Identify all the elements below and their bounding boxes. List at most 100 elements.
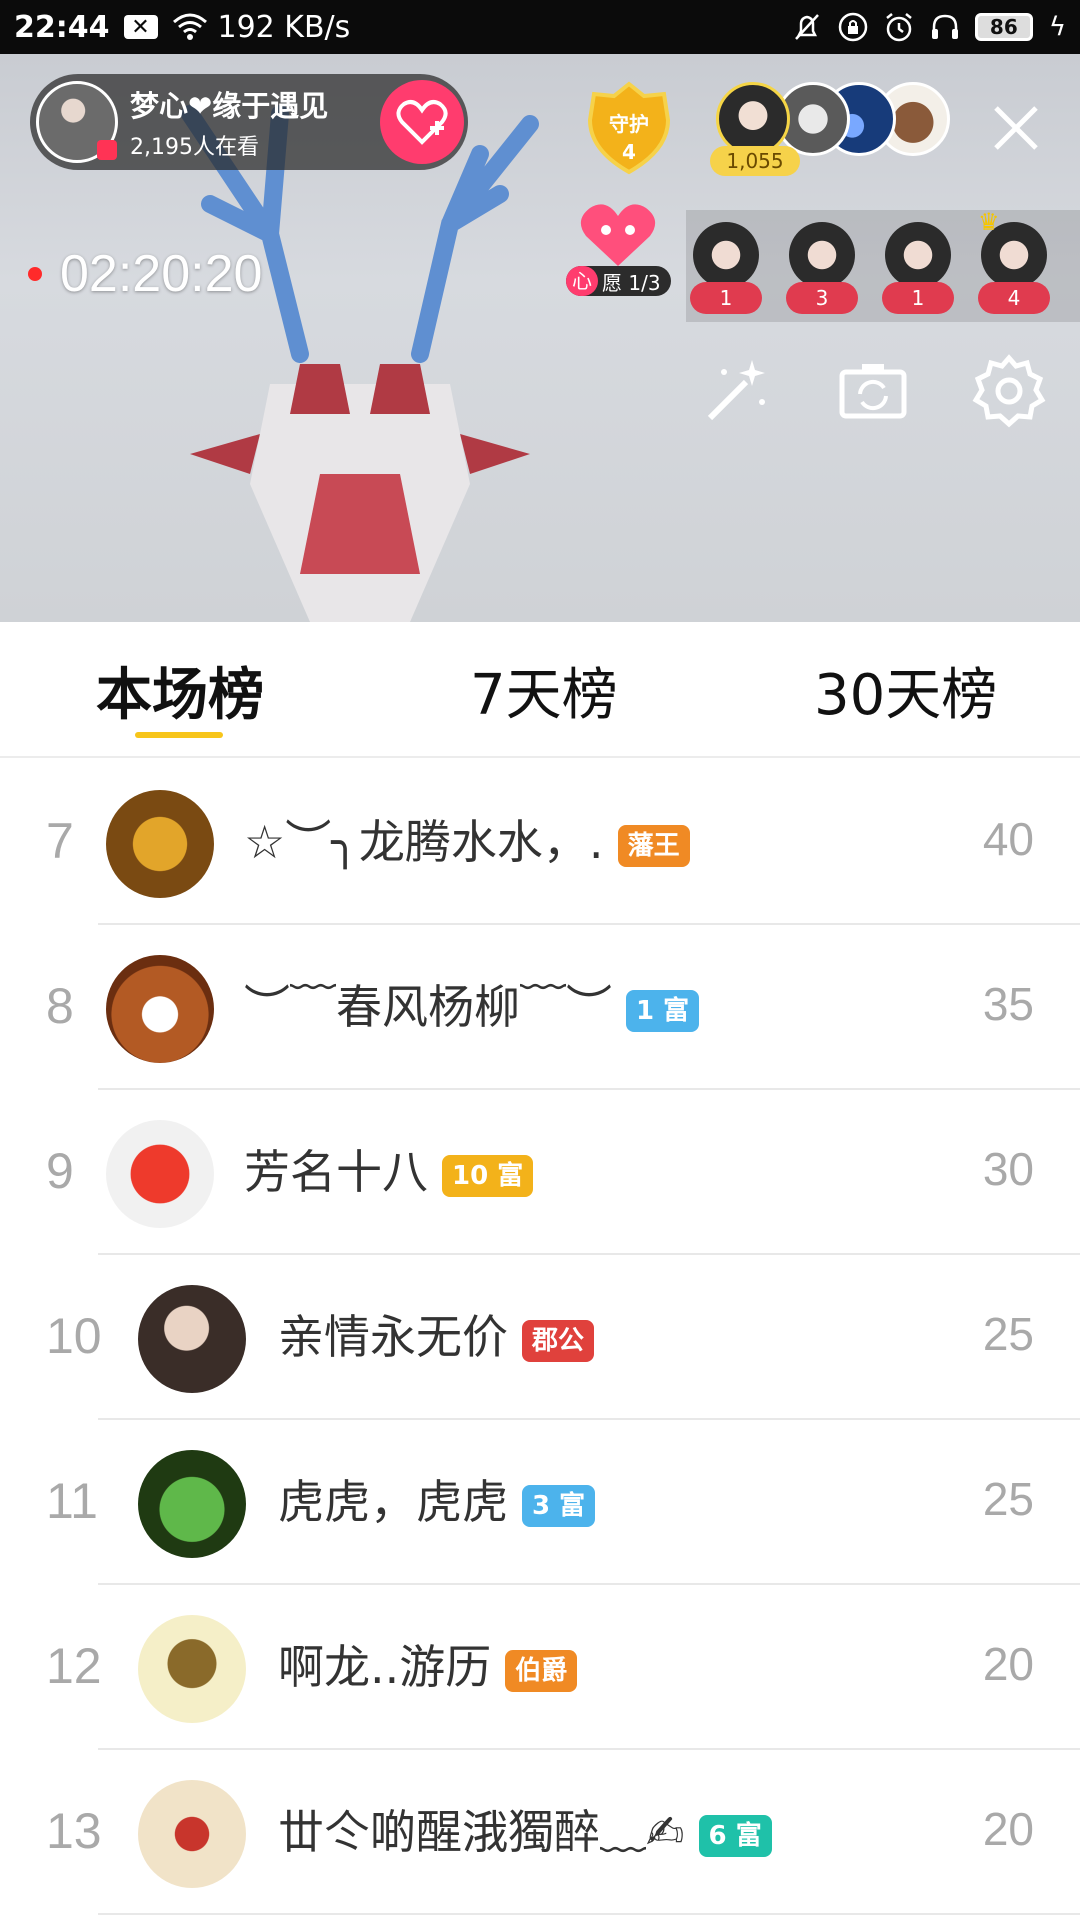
guard-count: 4 bbox=[622, 140, 636, 164]
rank-badge: 伯爵 bbox=[505, 1649, 578, 1692]
settings-gear-icon[interactable] bbox=[972, 354, 1046, 428]
score: 20 bbox=[982, 1638, 1034, 1690]
live-timer-text: 02:20:20 bbox=[60, 245, 263, 303]
list-item[interactable]: 13 丗仒啲醒涐獨醉﹏✍ 6 富 20 bbox=[0, 1750, 1080, 1915]
gift-user[interactable]: 1 bbox=[882, 222, 954, 316]
user-name-text: 虎虎，虎虎 bbox=[278, 1475, 508, 1529]
user-name-text: ☆︶╮龙腾水水，. bbox=[244, 815, 604, 869]
heart-plus-icon bbox=[396, 100, 448, 145]
beauty-wand-icon[interactable] bbox=[700, 354, 774, 428]
viewer-avatar[interactable] bbox=[716, 82, 790, 156]
wish-heart-icon bbox=[580, 204, 656, 266]
tab-this-session[interactable]: 本场榜 bbox=[96, 650, 264, 731]
user-name-text: ︶﹋春风杨柳﹋︶ bbox=[244, 980, 612, 1034]
live-tag bbox=[97, 140, 117, 160]
rank-badge: 藩王 bbox=[617, 824, 690, 867]
wish-progress: 心 愿 1/3 bbox=[566, 266, 671, 296]
user-name-text: 芳名十八 bbox=[244, 1145, 428, 1199]
user-name[interactable]: 芳名十八 10 富 bbox=[244, 1136, 534, 1202]
rank-number: 9 bbox=[46, 1143, 74, 1199]
tab-7-days[interactable]: 7天榜 bbox=[470, 650, 618, 731]
rank-badge: 10 富 bbox=[442, 1154, 534, 1197]
alarm-icon bbox=[886, 13, 912, 42]
wish-label-b: 愿 1/3 bbox=[602, 270, 661, 295]
user-name[interactable]: 亲情永无价 郡公 bbox=[278, 1301, 595, 1367]
follow-button[interactable] bbox=[380, 80, 464, 164]
gift-user-avatar bbox=[789, 222, 855, 288]
score: 35 bbox=[982, 978, 1034, 1030]
user-name[interactable]: 虎虎，虎虎 3 富 bbox=[278, 1466, 596, 1532]
user-name-text: 亲情永无价 bbox=[278, 1310, 508, 1364]
guard-label: 守护 bbox=[609, 112, 649, 136]
viewer-count: 2,195人在看 bbox=[130, 135, 259, 160]
rank-number: 12 bbox=[46, 1638, 102, 1694]
wifi-icon bbox=[172, 13, 207, 40]
network-speed: 192 KB/s bbox=[217, 9, 351, 45]
gift-user-avatar bbox=[693, 222, 759, 288]
user-name[interactable]: ☆︶╮龙腾水水，. 藩王 bbox=[244, 806, 690, 872]
charging-icon: ϟ bbox=[1048, 12, 1066, 42]
gift-ranking-strip[interactable]: 1 3 1 ♛ 4 bbox=[686, 208, 1080, 322]
gift-count: 3 bbox=[786, 282, 858, 314]
rank-number: 7 bbox=[46, 813, 74, 869]
list-item[interactable]: 9 芳名十八 10 富 30 bbox=[0, 1090, 1080, 1255]
score: 20 bbox=[982, 1803, 1034, 1855]
wish-widget[interactable]: 心 愿 1/3 bbox=[566, 200, 672, 310]
top-viewers[interactable]: 1,055 bbox=[710, 82, 956, 178]
battery-level: 86 bbox=[989, 15, 1018, 39]
rank-number: 8 bbox=[46, 978, 74, 1034]
gift-user[interactable]: 1 bbox=[690, 222, 762, 316]
user-avatar[interactable] bbox=[106, 790, 214, 898]
headphones-icon bbox=[931, 14, 958, 39]
rank-badge: 6 富 bbox=[698, 1814, 772, 1857]
notification-icon: ✕ bbox=[123, 15, 158, 40]
status-bar: 22:44 ✕ 192 KB/s 86 ϟ bbox=[0, 0, 1080, 54]
list-item[interactable]: 7 ☆︶╮龙腾水水，. 藩王 40 bbox=[0, 760, 1080, 925]
switch-camera-icon[interactable] bbox=[836, 354, 910, 428]
rank-badge: 1 富 bbox=[626, 989, 700, 1032]
user-avatar[interactable] bbox=[138, 1615, 246, 1723]
gift-count: 1 bbox=[690, 282, 762, 314]
gift-user-avatar bbox=[885, 222, 951, 288]
close-icon[interactable] bbox=[986, 98, 1046, 158]
wish-label-a: 心 bbox=[566, 266, 598, 296]
rank-number: 13 bbox=[46, 1803, 102, 1859]
user-avatar[interactable] bbox=[106, 955, 214, 1063]
live-timer: 02:20:20 bbox=[28, 244, 262, 304]
user-name[interactable]: 丗仒啲醒涐獨醉﹏✍ 6 富 bbox=[278, 1796, 772, 1862]
rank-number: 11 bbox=[46, 1473, 98, 1529]
user-avatar[interactable] bbox=[138, 1450, 246, 1558]
viewer-score: 1,055 bbox=[710, 146, 800, 176]
user-avatar[interactable] bbox=[106, 1120, 214, 1228]
user-avatar[interactable] bbox=[138, 1285, 246, 1393]
score: 30 bbox=[982, 1143, 1034, 1195]
score: 25 bbox=[982, 1308, 1034, 1360]
status-time: 22:44 bbox=[14, 9, 110, 45]
user-name-text: 丗仒啲醒涐獨醉﹏✍ bbox=[278, 1805, 685, 1859]
user-avatar[interactable] bbox=[138, 1780, 246, 1888]
user-name[interactable]: 啊龙..游历 伯爵 bbox=[278, 1631, 578, 1697]
host-avatar[interactable] bbox=[36, 81, 118, 163]
gift-user[interactable]: ♛ 4 bbox=[978, 208, 1050, 316]
list-item[interactable]: 8 ︶﹋春风杨柳﹋︶ 1 富 35 bbox=[0, 925, 1080, 1090]
live-video[interactable]: 梦心❤缘于遇见 2,195人在看 守护 4 1,055 02:20:20 心 愿… bbox=[0, 54, 1080, 622]
list-item[interactable]: 10 亲情永无价 郡公 25 bbox=[0, 1255, 1080, 1420]
list-item[interactable]: 12 啊龙..游历 伯爵 20 bbox=[0, 1585, 1080, 1750]
rank-number: 10 bbox=[46, 1308, 102, 1364]
lock-rotation-icon bbox=[838, 12, 868, 42]
user-name[interactable]: ︶﹋春风杨柳﹋︶ 1 富 bbox=[244, 971, 700, 1037]
host-name: 梦心❤缘于遇见 bbox=[130, 89, 329, 123]
gift-count: 1 bbox=[882, 282, 954, 314]
ranking-tabs: 本场榜 7天榜 30天榜 bbox=[0, 622, 1080, 758]
host-info-pill[interactable]: 梦心❤缘于遇见 2,195人在看 bbox=[30, 74, 468, 170]
gift-count: 4 bbox=[978, 282, 1050, 314]
guard-badge[interactable]: 守护 4 bbox=[584, 80, 674, 176]
crown-icon: ♛ bbox=[978, 208, 1000, 236]
tab-30-days[interactable]: 30天榜 bbox=[814, 650, 997, 731]
active-tab-indicator bbox=[135, 732, 223, 738]
user-name-text: 啊龙..游历 bbox=[278, 1640, 492, 1694]
rank-badge: 郡公 bbox=[522, 1319, 595, 1362]
list-item[interactable]: 11 虎虎，虎虎 3 富 25 bbox=[0, 1420, 1080, 1585]
gift-user[interactable]: 3 bbox=[786, 222, 858, 316]
rank-badge: 3 富 bbox=[522, 1484, 596, 1527]
